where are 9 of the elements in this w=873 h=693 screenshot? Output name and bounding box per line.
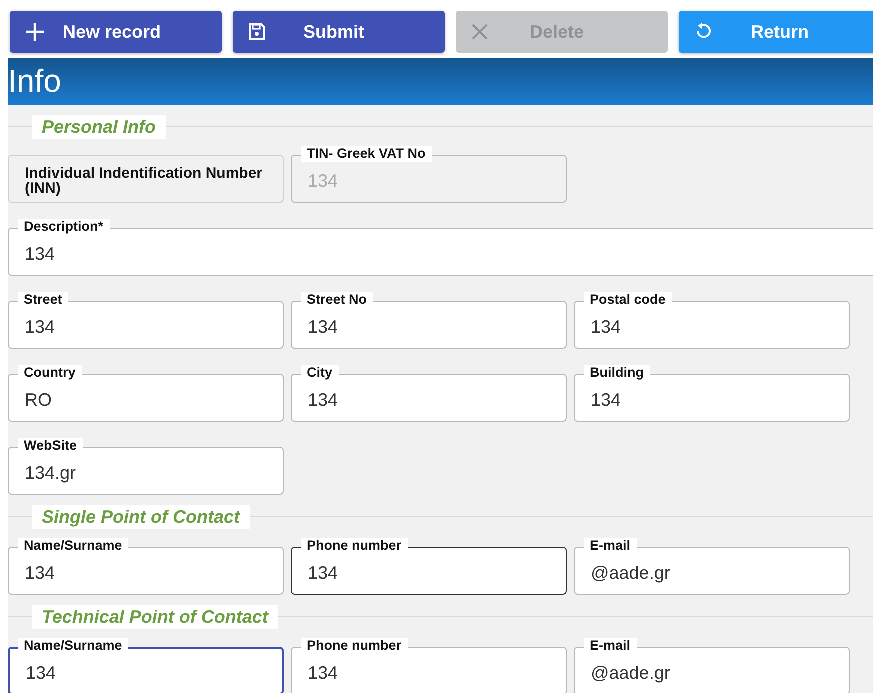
section-title: Single Point of Contact <box>32 505 250 529</box>
section-title: Personal Info <box>32 115 166 139</box>
new-record-button[interactable]: New record <box>10 11 222 53</box>
field-label: Individual Indentification Number (INN) <box>8 155 284 203</box>
section-title: Technical Point of Contact <box>32 605 278 629</box>
close-icon <box>470 22 490 42</box>
plus-icon <box>24 21 46 43</box>
page-header: Info <box>8 58 873 105</box>
submit-button[interactable]: Submit <box>233 11 445 53</box>
